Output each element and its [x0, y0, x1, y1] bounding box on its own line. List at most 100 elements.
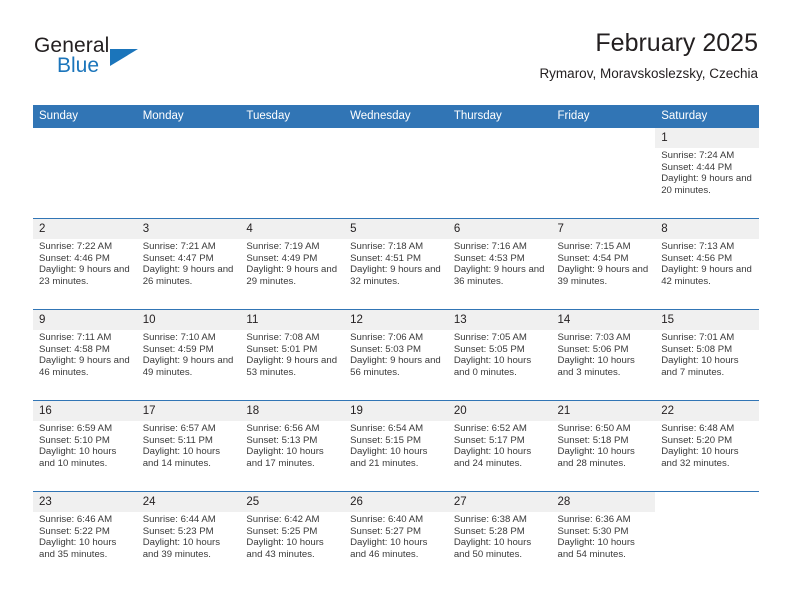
calendar-day-cell-empty: [447, 128, 552, 219]
weekday-header-friday: Friday: [551, 105, 656, 128]
daylight-text: Daylight: 10 hours and 14 minutes.: [142, 446, 221, 469]
day-number: 9: [33, 310, 137, 330]
sunrise-text: Sunrise: 7:15 AM: [557, 241, 631, 252]
daylight-text: Daylight: 10 hours and 39 minutes.: [142, 537, 221, 560]
sunset-text: Sunset: 4:51 PM: [350, 252, 422, 264]
day-cell-content: 1 Sunrise: 7:24 AM Sunset: 4:44 PM Daylight…: [655, 128, 759, 218]
sunset-text: Sunset: 5:13 PM: [246, 434, 318, 446]
day-number: 16: [33, 401, 137, 421]
day-sun-info: Sunrise: 6:38 AM Sunset: 5:28 PM Daylight:…: [448, 512, 552, 560]
day-number: 19: [344, 401, 448, 421]
sunrise-sunset-calendar: Sunday Monday Tuesday Wednesday Thursday Frid…: [33, 105, 759, 582]
calendar-day-cell[interactable]: 13 Sunrise: 7:05 AM Sunset: 5:05 PM Dayligh…: [447, 309, 552, 401]
daylight-text: Daylight: 10 hours and 28 minutes.: [557, 446, 635, 469]
calendar-day-cell[interactable]: 12 Sunrise: 7:06 AM Sunset: 5:03 PM Dayligh…: [344, 309, 448, 401]
day-sun-info: Sunrise: 6:59 AM Sunset: 5:10 PM Daylight:…: [33, 421, 137, 469]
title-block: February 2025 Rymarov, Moravskoslezsky, …: [539, 28, 758, 84]
day-number: 15: [655, 310, 759, 330]
day-cell-content: 4 Sunrise: 7:19 AM Sunset: 4:49 PM Daylight…: [240, 219, 345, 309]
day-cell-content: 3 Sunrise: 7:21 AM Sunset: 4:47 PM Daylight…: [136, 219, 241, 309]
sunset-text: Sunset: 4:54 PM: [557, 252, 629, 264]
calendar-day-cell-empty: [551, 128, 656, 219]
sunset-text: Sunset: 5:11 PM: [142, 434, 213, 446]
weekday-header-sunday: Sunday: [33, 105, 137, 128]
calendar-day-cell[interactable]: 24 Sunrise: 6:44 AM Sunset: 5:23 PM Dayligh…: [136, 491, 241, 582]
calendar-day-cell[interactable]: 1 Sunrise: 7:24 AM Sunset: 4:44 PM Daylight…: [655, 128, 759, 219]
weekday-header-saturday: Saturday: [655, 105, 759, 128]
calendar-day-cell[interactable]: 25 Sunrise: 6:42 AM Sunset: 5:25 PM Dayligh…: [240, 491, 345, 582]
calendar-day-cell[interactable]: 22 Sunrise: 6:48 AM Sunset: 5:20 PM Dayligh…: [655, 400, 759, 492]
calendar-day-cell[interactable]: 15 Sunrise: 7:01 AM Sunset: 5:08 PM Dayligh…: [655, 309, 759, 401]
day-number: 3: [136, 219, 241, 239]
daylight-text: Daylight: 10 hours and 43 minutes.: [246, 537, 324, 560]
day-sun-info: Sunrise: 7:13 AM Sunset: 4:56 PM Daylight:…: [655, 239, 759, 287]
calendar-day-cell[interactable]: 19 Sunrise: 6:54 AM Sunset: 5:15 PM Dayligh…: [344, 400, 448, 492]
calendar-day-cell[interactable]: 28 Sunrise: 6:36 AM Sunset: 5:30 PM Dayligh…: [551, 491, 656, 582]
calendar-day-cell[interactable]: 8 Sunrise: 7:13 AM Sunset: 4:56 PM Daylight…: [655, 218, 759, 310]
empty-day-placeholder: [33, 128, 137, 218]
daylight-text: Daylight: 9 hours and 32 minutes.: [350, 264, 441, 287]
calendar-day-cell[interactable]: 26 Sunrise: 6:40 AM Sunset: 5:27 PM Dayligh…: [344, 491, 448, 582]
daylight-text: Daylight: 9 hours and 49 minutes.: [142, 355, 234, 378]
calendar-day-cell[interactable]: 10 Sunrise: 7:10 AM Sunset: 4:59 PM Dayligh…: [136, 309, 241, 401]
calendar-day-cell[interactable]: 4 Sunrise: 7:19 AM Sunset: 4:49 PM Daylight…: [240, 218, 345, 310]
day-cell-content: 18 Sunrise: 6:56 AM Sunset: 5:13 PM Dayligh…: [240, 401, 345, 491]
calendar-day-cell[interactable]: 27 Sunrise: 6:38 AM Sunset: 5:28 PM Dayligh…: [447, 491, 552, 582]
calendar-day-cell[interactable]: 14 Sunrise: 7:03 AM Sunset: 5:06 PM Dayligh…: [551, 309, 656, 401]
empty-day-placeholder: [344, 128, 448, 218]
sunrise-text: Sunrise: 6:52 AM: [453, 423, 527, 434]
sunrise-text: Sunrise: 6:46 AM: [39, 514, 113, 525]
empty-day-placeholder: [655, 492, 759, 582]
sunset-text: Sunset: 4:47 PM: [142, 252, 214, 264]
weekday-header-monday: Monday: [136, 105, 241, 128]
calendar-day-cell[interactable]: 5 Sunrise: 7:18 AM Sunset: 4:51 PM Daylight…: [344, 218, 448, 310]
calendar-day-cell[interactable]: 9 Sunrise: 7:11 AM Sunset: 4:58 PM Daylight…: [33, 309, 137, 401]
sunset-text: Sunset: 5:20 PM: [661, 434, 733, 446]
day-sun-info: Sunrise: 7:10 AM Sunset: 4:59 PM Daylight:…: [137, 330, 241, 378]
daylight-text: Daylight: 10 hours and 35 minutes.: [39, 537, 117, 560]
calendar-day-cell[interactable]: 17 Sunrise: 6:57 AM Sunset: 5:11 PM Dayligh…: [136, 400, 241, 492]
sunset-text: Sunset: 5:15 PM: [350, 434, 422, 446]
daylight-text: Daylight: 9 hours and 56 minutes.: [350, 355, 441, 378]
calendar-day-cell[interactable]: 2 Sunrise: 7:22 AM Sunset: 4:46 PM Daylight…: [33, 218, 137, 310]
daylight-text: Daylight: 9 hours and 53 minutes.: [246, 355, 338, 378]
weekday-header-thursday: Thursday: [447, 105, 552, 128]
calendar-day-cell[interactable]: 7 Sunrise: 7:15 AM Sunset: 4:54 PM Daylight…: [551, 218, 656, 310]
sunset-text: Sunset: 4:44 PM: [661, 161, 733, 173]
day-sun-info: Sunrise: 7:16 AM Sunset: 4:53 PM Daylight:…: [448, 239, 552, 287]
daylight-text: Daylight: 10 hours and 32 minutes.: [661, 446, 739, 469]
calendar-day-cell[interactable]: 21 Sunrise: 6:50 AM Sunset: 5:18 PM Dayligh…: [551, 400, 656, 492]
calendar-day-cell[interactable]: 16 Sunrise: 6:59 AM Sunset: 5:10 PM Dayligh…: [33, 400, 137, 492]
calendar-day-cell[interactable]: 20 Sunrise: 6:52 AM Sunset: 5:17 PM Dayligh…: [447, 400, 552, 492]
daylight-text: Daylight: 9 hours and 23 minutes.: [39, 264, 130, 287]
empty-day-placeholder: [136, 128, 241, 218]
calendar-day-cell[interactable]: 6 Sunrise: 7:16 AM Sunset: 4:53 PM Daylight…: [447, 218, 552, 310]
logo-text-blue: Blue: [57, 54, 100, 77]
calendar-day-cell[interactable]: 3 Sunrise: 7:21 AM Sunset: 4:47 PM Daylight…: [136, 218, 241, 310]
day-sun-info: Sunrise: 6:36 AM Sunset: 5:30 PM Daylight:…: [552, 512, 656, 560]
empty-day-placeholder: [447, 128, 552, 218]
day-sun-info: Sunrise: 7:19 AM Sunset: 4:49 PM Daylight:…: [240, 239, 344, 287]
day-number: 5: [344, 219, 448, 239]
day-cell-content: 9 Sunrise: 7:11 AM Sunset: 4:58 PM Daylight…: [33, 310, 137, 400]
day-number: 10: [136, 310, 241, 330]
calendar-day-cell-empty: [33, 128, 137, 219]
sunset-text: Sunset: 5:23 PM: [142, 525, 214, 537]
calendar-day-cell[interactable]: 11 Sunrise: 7:08 AM Sunset: 5:01 PM Dayligh…: [240, 309, 345, 401]
calendar-day-cell[interactable]: 18 Sunrise: 6:56 AM Sunset: 5:13 PM Dayligh…: [240, 400, 345, 492]
general-blue-logo[interactable]: General Blue: [34, 34, 234, 90]
day-number: 6: [447, 219, 552, 239]
day-number: 27: [447, 492, 552, 512]
daylight-text: Daylight: 9 hours and 29 minutes.: [246, 264, 338, 287]
day-number: 21: [551, 401, 656, 421]
calendar-day-cell[interactable]: 23 Sunrise: 6:46 AM Sunset: 5:22 PM Dayligh…: [33, 491, 137, 582]
daylight-text: Daylight: 9 hours and 39 minutes.: [557, 264, 649, 287]
day-cell-content: 20 Sunrise: 6:52 AM Sunset: 5:17 PM Dayligh…: [447, 401, 552, 491]
day-sun-info: Sunrise: 7:01 AM Sunset: 5:08 PM Daylight:…: [655, 330, 759, 378]
day-number: 28: [551, 492, 656, 512]
day-number: 26: [344, 492, 448, 512]
empty-day-placeholder: [240, 128, 345, 218]
calendar-day-cell-empty: [136, 128, 241, 219]
day-number: 13: [447, 310, 552, 330]
sunrise-text: Sunrise: 7:11 AM: [39, 332, 112, 343]
